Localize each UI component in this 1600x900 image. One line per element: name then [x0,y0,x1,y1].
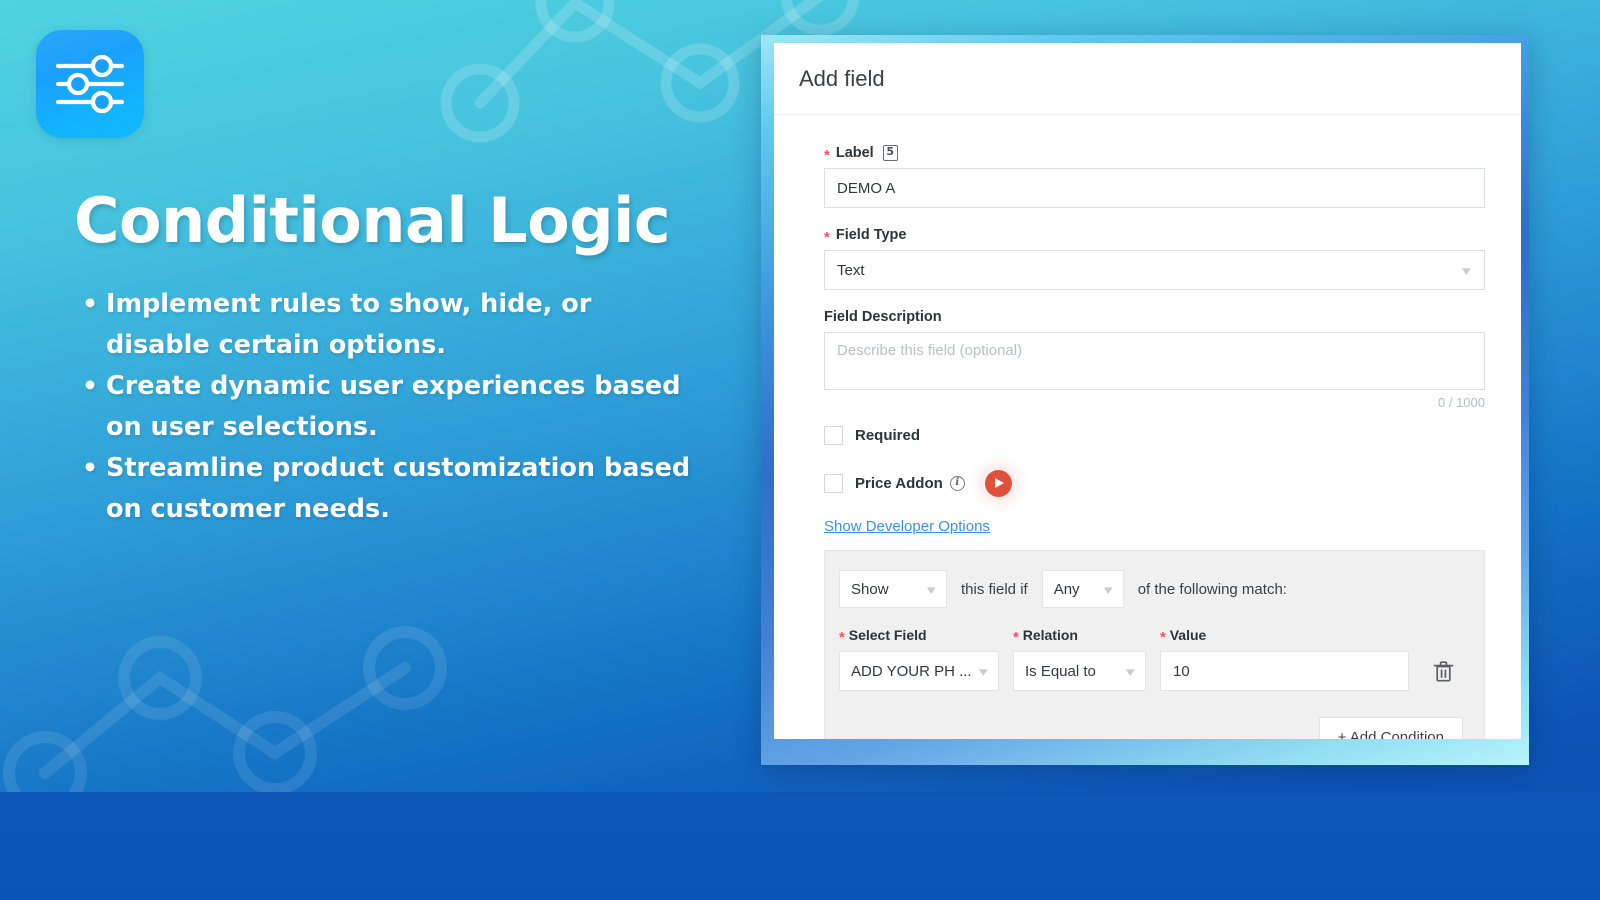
chevron-down-icon: ▾ [1462,262,1472,278]
price-addon-checkbox-row[interactable]: Price Addon [824,469,1485,497]
page-title: Conditional Logic [74,184,671,257]
field-description-textarea[interactable]: Describe this field (optional) [824,332,1485,390]
required-asterisk: * [824,228,830,246]
show-developer-options-link[interactable]: Show Developer Options [824,518,990,535]
dialog-header: Add field [774,43,1521,115]
field-type-select[interactable]: Text ▾ [824,250,1485,290]
relation-header: * Relation [1013,627,1160,646]
condition-row: ADD YOUR PH ... ▾ Is Equal to ▾ 10 [839,651,1463,691]
price-addon-checkbox[interactable] [824,473,843,493]
sliders-glyph [55,54,125,114]
condition-relation-value: Is Equal to [1025,662,1096,680]
field-description-placeholder: Describe this field (optional) [837,342,1023,359]
label-input[interactable]: DEMO A [824,168,1485,208]
dialog-title: Add field [799,65,885,91]
condition-column-headers: * Select Field * Relation * Value [839,627,1463,646]
field-description-label: Field Description [824,309,1485,325]
chevron-down-icon: ▾ [1104,581,1113,597]
add-field-dialog: Add field * Label DEMO A * Field Type [774,43,1521,739]
required-checkbox[interactable] [824,425,843,445]
following-match-text: of the following match: [1137,580,1287,598]
condition-relation-select[interactable]: Is Equal to ▾ [1013,651,1146,691]
chevron-down-icon: ▾ [927,581,937,597]
benefits-list: Implement rules to show, hide, or disabl… [80,283,700,530]
value-header: * Value [1160,627,1463,646]
conditional-logic-panel: Show ▾ this field if Any ▾ of the follow… [824,550,1485,739]
chevron-down-icon: ▾ [1126,663,1136,679]
select-field-header-text: Select Field [848,627,927,643]
condition-select-field-value: ADD YOUR PH ... [851,662,972,680]
label-field-label: * Label [824,144,1485,164]
required-asterisk: * [839,629,845,646]
required-checkbox-label: Required [855,426,921,444]
left-content: Conditional Logic Implement rules to sho… [0,0,760,900]
chevron-down-icon: ▾ [979,663,989,679]
required-asterisk: * [1160,629,1166,646]
label-text: Label [835,145,874,161]
required-checkbox-row[interactable]: Required [824,422,1485,448]
play-icon[interactable] [984,469,1012,497]
condition-select-field[interactable]: ADD YOUR PH ... ▾ [839,651,999,691]
required-asterisk: * [824,146,830,164]
field-type-value: Text [837,261,865,279]
relation-header-text: Relation [1022,627,1078,643]
required-asterisk: * [1013,629,1019,646]
field-description-text: Field Description [824,309,942,325]
match-mode-value: Any [1053,580,1080,598]
match-mode-select[interactable]: Any ▾ [1041,570,1124,608]
condition-value: 10 [1173,662,1190,680]
play-triangle [995,478,1005,488]
label-input-value: DEMO A [837,179,896,197]
add-condition-button[interactable]: + Add Condition [1318,717,1463,739]
add-condition-wrap: + Add Condition [839,717,1463,739]
dialog-body: * Label DEMO A * Field Type Text ▾ [774,115,1521,739]
action-select[interactable]: Show ▾ [839,570,947,608]
price-addon-checkbox-label: Price Addon [855,475,965,492]
list-item: Streamline product customization based o… [80,447,700,530]
field-type-text: Field Type [835,227,907,243]
delete-condition-button[interactable] [1423,660,1463,683]
field-type-label: * Field Type [824,227,1485,246]
select-field-header: * Select Field [839,627,1013,646]
condition-value-input[interactable]: 10 [1160,651,1409,691]
conditional-rule-header: Show ▾ this field if Any ▾ of the follow… [839,570,1463,608]
list-item: Create dynamic user experiences based on… [80,365,700,448]
info-icon[interactable] [949,475,965,491]
value-header-text: Value [1169,627,1207,643]
price-addon-text: Price Addon [855,474,943,492]
action-select-value: Show [851,580,889,598]
character-counter: 0 / 1000 [1438,395,1485,410]
screenshot-frame: Add field * Label DEMO A * Field Type [761,35,1529,765]
slide-canvas: Conditional Logic Implement rules to sho… [0,0,1600,900]
sliders-icon [36,30,144,138]
list-item: Implement rules to show, hide, or disabl… [80,283,700,366]
html5-icon [882,144,898,161]
trash-icon [1433,660,1453,682]
this-field-if-text: this field if [961,580,1028,598]
